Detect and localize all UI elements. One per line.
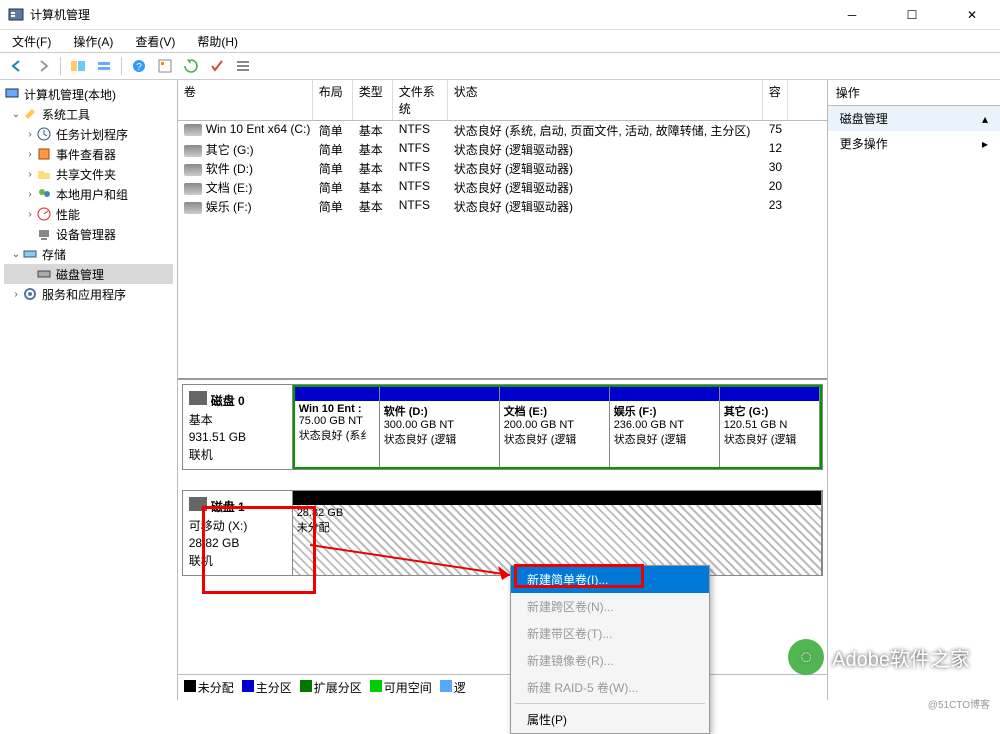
close-button[interactable]: ✕ (952, 1, 992, 29)
window-titlebar: 计算机管理 ─ ☐ ✕ (0, 0, 1000, 30)
disk-1-row[interactable]: 磁盘 1 可移动 (X:) 28.82 GB 联机 28.82 GB 未分配 (182, 490, 823, 576)
ctx-new-mirrored-volume: 新建镜像卷(R)... (511, 647, 709, 674)
tree-task-scheduler[interactable]: › 任务计划程序 (4, 124, 173, 144)
menu-view[interactable]: 查看(V) (131, 31, 179, 52)
help-icon[interactable]: ? (128, 55, 150, 77)
disk-0-row[interactable]: 磁盘 0 基本 931.51 GB 联机 Win 10 Ent :75.00 G… (182, 384, 823, 470)
tree-performance[interactable]: › 性能 (4, 204, 173, 224)
tree-system-tools[interactable]: ⌄ 系统工具 (4, 104, 173, 124)
list-icon[interactable] (232, 55, 254, 77)
perf-icon (36, 206, 52, 222)
check-icon[interactable] (206, 55, 228, 77)
disk-0-label: 磁盘 0 基本 931.51 GB 联机 (183, 385, 293, 469)
volume-row[interactable]: 软件 (D:)简单基本NTFS状态良好 (逻辑驱动器)30 (178, 159, 827, 178)
window-title: 计算机管理 (30, 6, 832, 23)
disk-0-partition[interactable]: 文档 (E:)200.00 GB NT状态良好 (逻辑 (500, 387, 610, 467)
services-icon (22, 286, 38, 302)
folder-share-icon (36, 166, 52, 182)
computer-icon (4, 86, 20, 102)
back-button[interactable] (6, 55, 28, 77)
volume-row[interactable]: Win 10 Ent x64 (C:)简单基本NTFS状态良好 (系统, 启动,… (178, 121, 827, 140)
disk-0-partition[interactable]: 软件 (D:)300.00 GB NT状态良好 (逻辑 (380, 387, 500, 467)
forward-button[interactable] (32, 55, 54, 77)
actions-pane: 操作 磁盘管理▴ 更多操作▸ (828, 80, 1000, 700)
col-capacity[interactable]: 容 (763, 80, 788, 120)
explorer-icon[interactable] (67, 55, 89, 77)
collapse-icon: ▴ (982, 112, 988, 126)
disk-icon (189, 497, 207, 511)
maximize-button[interactable]: ☐ (892, 1, 932, 29)
menu-help[interactable]: 帮助(H) (193, 31, 242, 52)
menu-file[interactable]: 文件(F) (8, 31, 55, 52)
col-filesystem[interactable]: 文件系统 (393, 80, 448, 120)
storage-icon (22, 246, 38, 262)
col-layout[interactable]: 布局 (313, 80, 353, 120)
app-icon (8, 7, 24, 23)
device-icon (36, 226, 52, 242)
watermark-small: @51CTO博客 (928, 696, 990, 711)
disk-icon (36, 266, 52, 282)
options-icon[interactable] (154, 55, 176, 77)
volume-row[interactable]: 文档 (E:)简单基本NTFS状态良好 (逻辑驱动器)20 (178, 178, 827, 197)
disk-1-unallocated[interactable]: 28.82 GB 未分配 (293, 491, 822, 575)
tree-device-manager[interactable]: 设备管理器 (4, 224, 173, 244)
volume-row[interactable]: 娱乐 (F:)简单基本NTFS状态良好 (逻辑驱动器)23 (178, 197, 827, 216)
disk-1-label: 磁盘 1 可移动 (X:) 28.82 GB 联机 (183, 491, 293, 575)
svg-text:?: ? (136, 62, 142, 73)
ctx-new-striped-volume: 新建带区卷(T)... (511, 620, 709, 647)
tree-root[interactable]: 计算机管理(本地) (4, 84, 173, 104)
disk-0-partition[interactable]: Win 10 Ent :75.00 GB NT状态良好 (系纟 (295, 387, 380, 467)
menu-bar: 文件(F) 操作(A) 查看(V) 帮助(H) (0, 30, 1000, 52)
ctx-new-spanned-volume: 新建跨区卷(N)... (511, 593, 709, 620)
actions-disk-management[interactable]: 磁盘管理▴ (828, 106, 1000, 131)
navigation-tree[interactable]: 计算机管理(本地) ⌄ 系统工具 › 任务计划程序 › 事件查看器 › 共享文件… (0, 80, 178, 700)
disk-graphical-view[interactable]: 磁盘 0 基本 931.51 GB 联机 Win 10 Ent :75.00 G… (178, 380, 827, 700)
ctx-properties[interactable]: 属性(P) (511, 706, 709, 733)
tree-disk-management[interactable]: 磁盘管理 (4, 264, 173, 284)
toolbar: ? (0, 52, 1000, 80)
actions-more[interactable]: 更多操作▸ (828, 131, 1000, 156)
refresh-icon[interactable] (180, 55, 202, 77)
tree-shared-folders[interactable]: › 共享文件夹 (4, 164, 173, 184)
event-icon (36, 146, 52, 162)
volume-header: 卷 布局 类型 文件系统 状态 容 (178, 80, 827, 121)
ctx-new-raid5-volume: 新建 RAID-5 卷(W)... (511, 674, 709, 701)
wechat-icon: ◌ (788, 639, 824, 675)
tree-storage[interactable]: ⌄ 存储 (4, 244, 173, 264)
ctx-new-simple-volume[interactable]: 新建简单卷(I)... (511, 566, 709, 593)
clock-icon (36, 126, 52, 142)
disk-0-partition[interactable]: 娱乐 (F:)236.00 GB NT状态良好 (逻辑 (610, 387, 720, 467)
disk-0-partition[interactable]: 其它 (G:)120.51 GB N状态良好 (逻辑 (720, 387, 820, 467)
views-icon[interactable] (93, 55, 115, 77)
volume-list[interactable]: 卷 布局 类型 文件系统 状态 容 Win 10 Ent x64 (C:)简单基… (178, 80, 827, 380)
volume-row[interactable]: 其它 (G:)简单基本NTFS状态良好 (逻辑驱动器)12 (178, 140, 827, 159)
legend: 未分配 主分区 扩展分区 可用空间 逻 (178, 674, 827, 700)
col-volume[interactable]: 卷 (178, 80, 313, 120)
col-status[interactable]: 状态 (448, 80, 763, 120)
users-icon (36, 186, 52, 202)
disk-icon (189, 391, 207, 405)
tree-local-users[interactable]: › 本地用户和组 (4, 184, 173, 204)
tree-event-viewer[interactable]: › 事件查看器 (4, 144, 173, 164)
watermark-logo: ◌ Adobe软件之家 (788, 639, 970, 675)
menu-action[interactable]: 操作(A) (69, 31, 117, 52)
minimize-button[interactable]: ─ (832, 1, 872, 29)
col-type[interactable]: 类型 (353, 80, 393, 120)
chevron-right-icon: ▸ (982, 137, 988, 151)
actions-header: 操作 (828, 80, 1000, 106)
context-menu: 新建简单卷(I)... 新建跨区卷(N)... 新建带区卷(T)... 新建镜像… (510, 565, 710, 734)
wrench-icon (22, 106, 38, 122)
tree-services[interactable]: › 服务和应用程序 (4, 284, 173, 304)
